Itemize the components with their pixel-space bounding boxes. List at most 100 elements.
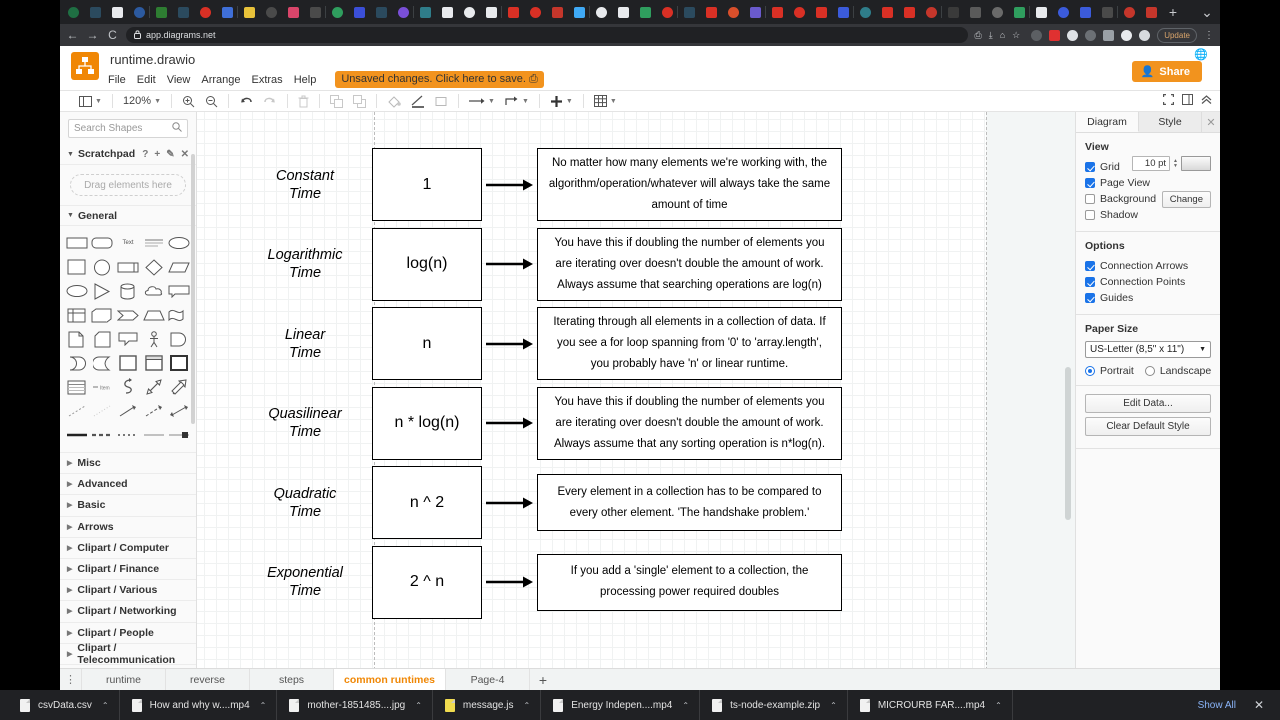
grid-controls[interactable]: 10 pt ▲ ▼ bbox=[1132, 156, 1211, 171]
connector-arrow[interactable] bbox=[486, 179, 533, 194]
background-checkbox-row[interactable]: Background Change bbox=[1085, 191, 1211, 208]
shape-actor[interactable] bbox=[142, 328, 166, 350]
notation-box[interactable]: n bbox=[372, 307, 482, 380]
table-icon[interactable]: ▼ bbox=[589, 91, 622, 111]
browser-tab-25[interactable] bbox=[591, 2, 611, 22]
scratchpad-header[interactable]: ▼ Scratchpad ? + ✎ ✕ bbox=[60, 144, 196, 165]
back-button[interactable]: ← bbox=[66, 28, 79, 42]
browser-tab-20[interactable] bbox=[481, 2, 502, 22]
scratchpad-help-icon[interactable]: ? bbox=[142, 149, 148, 160]
browser-tab-15[interactable] bbox=[371, 2, 391, 22]
canvas-vertical-scrollbar[interactable] bbox=[1065, 367, 1071, 520]
connector-arrow[interactable] bbox=[486, 417, 533, 432]
browser-tab-40[interactable] bbox=[921, 2, 942, 22]
reload-button[interactable]: C bbox=[106, 28, 119, 42]
redo-icon[interactable] bbox=[258, 91, 282, 111]
language-globe-icon[interactable]: 🌐 bbox=[1194, 48, 1208, 61]
paper-size-select[interactable]: US-Letter (8,5" x 11") ▼ bbox=[1085, 341, 1211, 358]
browser-tab-27[interactable] bbox=[635, 2, 655, 22]
shape-table[interactable] bbox=[65, 376, 89, 398]
complexity-label[interactable]: Logarithmic Time bbox=[245, 246, 365, 282]
shape-category-misc[interactable]: ▶ Misc bbox=[60, 453, 196, 475]
shape-ellipse[interactable] bbox=[167, 232, 191, 254]
shape-direct-data[interactable] bbox=[65, 352, 89, 374]
share-button[interactable]: 👤 Share bbox=[1131, 61, 1202, 82]
description-box[interactable]: You have this if doubling the number of … bbox=[537, 386, 842, 460]
diagram-canvas[interactable]: Constant Time 1 No matter how many elements… bbox=[197, 112, 1075, 690]
browser-tab-24[interactable] bbox=[569, 2, 590, 22]
to-back-icon[interactable] bbox=[348, 91, 371, 111]
shape-loop-limit[interactable] bbox=[91, 352, 115, 374]
fill-color-icon[interactable] bbox=[382, 91, 406, 111]
browser-tab-30[interactable] bbox=[701, 2, 721, 22]
page-tab-runtime[interactable]: runtime bbox=[82, 669, 166, 690]
shape-style-icon[interactable] bbox=[430, 91, 453, 111]
browser-tab-4[interactable] bbox=[129, 2, 150, 22]
menu-file[interactable]: File bbox=[108, 74, 126, 86]
shape-process[interactable] bbox=[116, 256, 140, 278]
guides-row[interactable]: Guides bbox=[1085, 290, 1211, 306]
close-downloads-bar-button[interactable]: ✕ bbox=[1246, 698, 1272, 712]
to-front-icon[interactable] bbox=[325, 91, 348, 111]
complexity-label[interactable]: Quasilinear Time bbox=[245, 405, 365, 441]
format-panel-tabs[interactable]: Diagram Style ✕ bbox=[1076, 112, 1220, 133]
shape-bidirectional-arrow[interactable] bbox=[167, 400, 191, 422]
download-menu-caret-icon[interactable]: ⌃ bbox=[415, 701, 422, 710]
drawio-toolbar[interactable]: ▼ 120% ▼ ▼ ▼ ▼ ▼ bbox=[60, 90, 1220, 112]
browser-tab-23[interactable] bbox=[547, 2, 567, 22]
browser-tab-1[interactable] bbox=[63, 2, 83, 22]
shapes-panel-scrollbar[interactable] bbox=[191, 154, 195, 424]
shape-dashed-line[interactable] bbox=[65, 400, 89, 422]
forward-button[interactable]: → bbox=[86, 28, 99, 42]
shape-speech-bubble[interactable] bbox=[116, 328, 140, 350]
menu-view[interactable]: View bbox=[167, 74, 191, 86]
shape-step[interactable] bbox=[116, 304, 140, 326]
browser-tab-44[interactable] bbox=[1009, 2, 1030, 22]
browser-tab-6[interactable] bbox=[173, 2, 193, 22]
page-tab-page-4[interactable]: Page-4 bbox=[446, 669, 531, 690]
update-button[interactable]: Update bbox=[1157, 27, 1197, 43]
shape-dashed-link[interactable] bbox=[91, 424, 115, 446]
browser-tab-9[interactable] bbox=[239, 2, 259, 22]
clear-default-style-button[interactable]: Clear Default Style bbox=[1085, 417, 1211, 436]
shape-dotted-line[interactable] bbox=[91, 400, 115, 422]
extension-icon-5[interactable] bbox=[1103, 29, 1115, 41]
scratchpad-edit-icon[interactable]: ✎ bbox=[166, 149, 174, 160]
page-view-checkbox-row[interactable]: Page View bbox=[1085, 175, 1211, 191]
shape-category-clipart-people[interactable]: ▶ Clipart / People bbox=[60, 623, 196, 644]
download-menu-caret-icon[interactable]: ⌃ bbox=[682, 701, 689, 710]
shape-rounded-rectangle[interactable] bbox=[91, 232, 115, 254]
shape-text[interactable]: Text bbox=[116, 232, 140, 254]
shape-solid-link[interactable] bbox=[65, 424, 89, 446]
shape-cloud[interactable] bbox=[142, 280, 166, 302]
shape-fat-link[interactable] bbox=[167, 424, 191, 446]
edit-data-button[interactable]: Edit Data... bbox=[1085, 394, 1211, 413]
browser-tab-10[interactable] bbox=[261, 2, 281, 22]
close-format-panel-icon[interactable]: ✕ bbox=[1202, 112, 1220, 132]
browser-tab-42[interactable] bbox=[965, 2, 985, 22]
trash-icon[interactable] bbox=[293, 91, 314, 111]
shape-cube[interactable] bbox=[91, 304, 115, 326]
shape-vertical-container[interactable] bbox=[142, 352, 166, 374]
shape-tape[interactable] bbox=[167, 304, 191, 326]
file-name[interactable]: runtime.drawio bbox=[110, 52, 195, 67]
shape-category-basic[interactable]: ▶ Basic bbox=[60, 495, 196, 517]
browser-tab-strip[interactable]: + ⌄ bbox=[60, 0, 1220, 24]
connector-arrow[interactable] bbox=[486, 258, 533, 273]
download-item[interactable]: MICROURB FAR....mp4 ⌃ bbox=[848, 690, 1013, 720]
shape-square[interactable] bbox=[65, 256, 89, 278]
profile-avatar[interactable] bbox=[1139, 29, 1151, 41]
waypoint-icon[interactable]: ▼ bbox=[500, 91, 534, 111]
shape-curved-arrow[interactable] bbox=[116, 376, 140, 398]
tab-diagram[interactable]: Diagram bbox=[1076, 112, 1139, 132]
connector-arrow[interactable] bbox=[486, 576, 533, 591]
background-checkbox[interactable] bbox=[1085, 194, 1095, 204]
description-box[interactable]: If you add a 'single' element to a colle… bbox=[537, 553, 842, 611]
drawio-logo[interactable] bbox=[71, 52, 99, 80]
browser-tab-50[interactable] bbox=[1141, 2, 1161, 22]
download-item[interactable]: How and why w....mp4 ⌃ bbox=[120, 690, 278, 720]
extension-icon-1[interactable] bbox=[1031, 29, 1043, 41]
shape-note[interactable] bbox=[91, 328, 115, 350]
connector-arrow[interactable] bbox=[486, 338, 533, 353]
extension-icon-3[interactable] bbox=[1067, 29, 1079, 41]
